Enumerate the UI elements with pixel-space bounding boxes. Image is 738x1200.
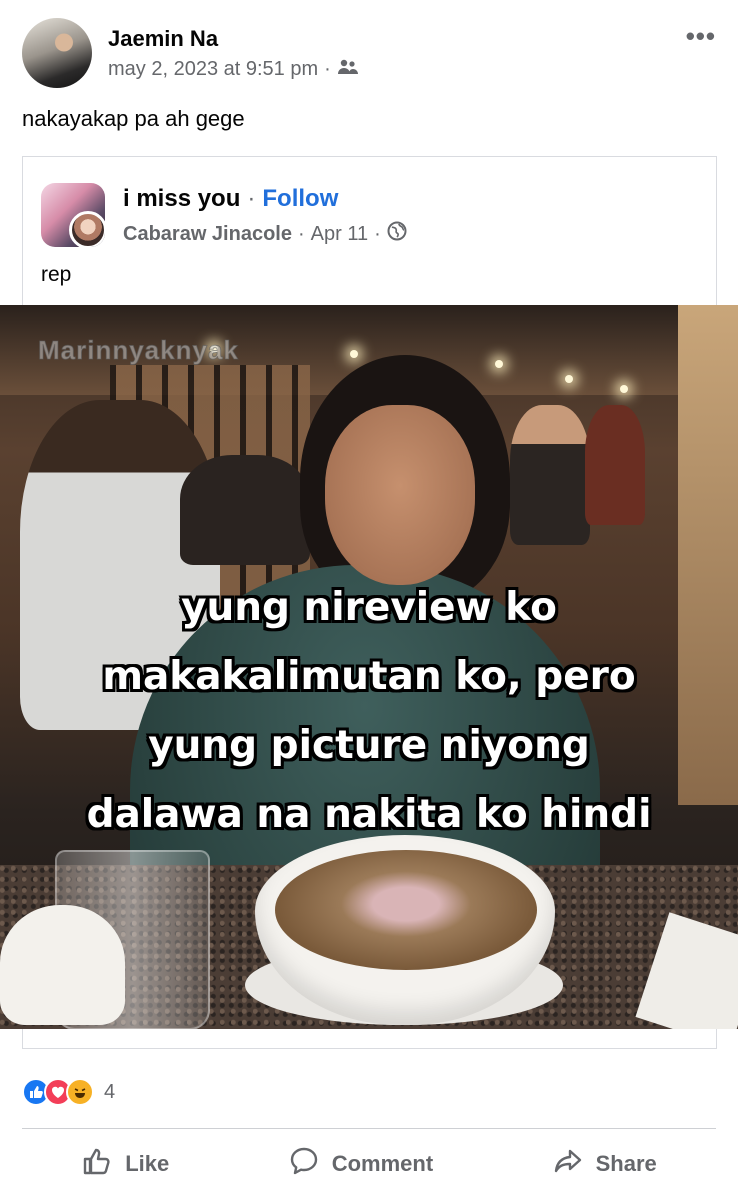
person-face (325, 405, 475, 585)
friends-icon (337, 58, 359, 81)
background-diner (510, 405, 590, 545)
post-caption: nakayakap pa ah gege (22, 106, 245, 131)
like-button[interactable]: Like (81, 1145, 169, 1183)
share-label: Share (595, 1151, 657, 1176)
thumbs-up-icon (81, 1145, 113, 1183)
soup-broth (275, 850, 537, 970)
background-diner (180, 455, 310, 565)
follow-button[interactable]: Follow (262, 185, 338, 213)
shared-date[interactable]: Apr 11 (311, 223, 368, 246)
meme-photo[interactable]: Marinnyaknyak yung nireview ko makakalim… (0, 305, 738, 1029)
share-icon (552, 1145, 584, 1183)
post-actions: Like Comment Share (22, 1138, 716, 1190)
group-separator: · (247, 185, 256, 212)
comment-icon (288, 1145, 320, 1183)
meta-separator: · (324, 58, 331, 80)
meme-line: dalawa na nakita ko hindi (86, 792, 652, 837)
group-name[interactable]: i miss you (123, 185, 240, 213)
actions-divider (22, 1128, 716, 1129)
author-name[interactable]: Jaemin Na (108, 26, 218, 52)
more-options-button[interactable]: ••• (686, 23, 716, 49)
ceiling-light (620, 385, 628, 393)
reaction-summary[interactable]: 4 (22, 1078, 115, 1106)
meme-caption: yung nireview ko makakalimutan ko, pero … (0, 573, 738, 849)
post-header: Jaemin Na may 2, 2023 at 9:51 pm · ••• (22, 18, 716, 88)
shared-author-name[interactable]: Cabaraw Jinacole (123, 223, 292, 246)
cup (0, 905, 125, 1025)
post-timestamp[interactable]: may 2, 2023 at 9:51 pm (108, 58, 318, 81)
comment-label: Comment (331, 1151, 434, 1176)
shared-separator-1: · (297, 222, 305, 245)
author-avatar[interactable] (22, 18, 92, 88)
shared-caption: rep (41, 263, 72, 286)
haha-icon (66, 1078, 94, 1106)
globe-icon (387, 221, 407, 247)
meme-line: yung nireview ko (181, 585, 557, 630)
background-diner (585, 405, 645, 525)
shared-header: i miss you · Follow (123, 185, 338, 213)
meme-line: makakalimutan ko, pero (102, 654, 636, 699)
group-avatar[interactable] (41, 183, 105, 247)
ceiling-light (350, 350, 358, 358)
reaction-count[interactable]: 4 (104, 1081, 115, 1104)
ceiling-light (495, 360, 503, 368)
shared-author-avatar[interactable] (69, 211, 105, 247)
photo-watermark: Marinnyaknyak (38, 335, 239, 366)
share-button[interactable]: Share (552, 1145, 657, 1183)
like-label: Like (125, 1151, 170, 1176)
meme-line: yung picture niyong (148, 723, 590, 768)
shared-meta: Cabaraw Jinacole · Apr 11 · (123, 221, 407, 247)
post-meta: may 2, 2023 at 9:51 pm · (108, 58, 359, 81)
shared-separator-2: · (374, 222, 381, 245)
ceiling-light (565, 375, 573, 383)
comment-button[interactable]: Comment (288, 1145, 433, 1183)
